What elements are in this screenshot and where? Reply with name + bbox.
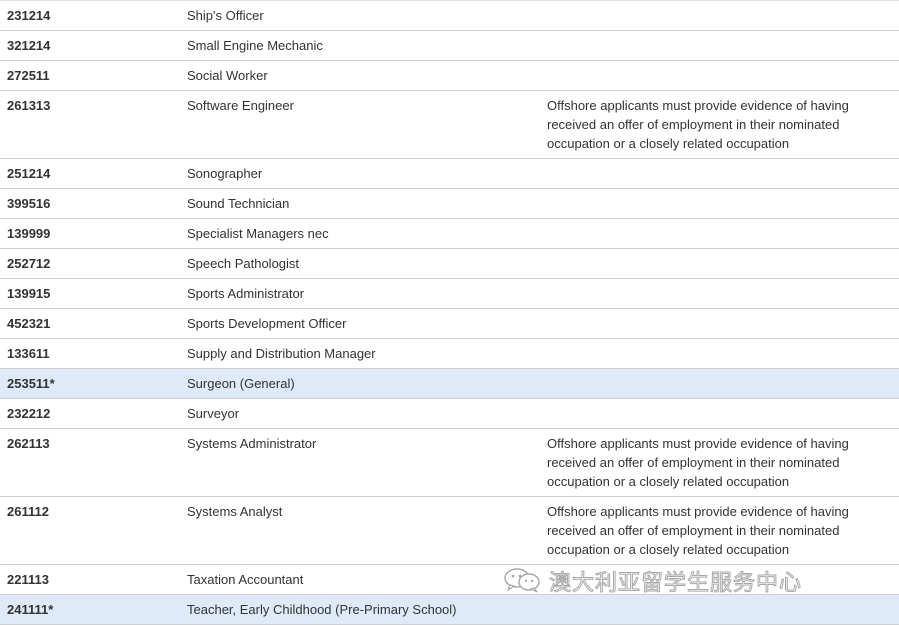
occupation-name: Sonographer — [187, 166, 263, 181]
watermark: 澳大利亚留学生服务中心 — [503, 566, 803, 597]
occupation-name: Systems Analyst — [187, 504, 283, 519]
occupation-code: 261112 — [7, 504, 49, 519]
occupation-note — [547, 31, 899, 60]
occupation-code: 452321 — [7, 316, 51, 331]
table-row: 253511* Surgeon (General) — [0, 369, 899, 399]
occupation-code: 272511 — [7, 68, 50, 83]
occupation-name: Surveyor — [187, 406, 240, 421]
occupation-name: Sports Administrator — [187, 286, 305, 301]
occupation-code: 231214 — [7, 8, 51, 23]
occupation-code: 232212 — [7, 406, 51, 421]
occupation-code: 241111* — [7, 602, 54, 617]
table-row: 399516 Sound Technician — [0, 189, 899, 219]
occupation-note: Offshore applicants must provide evidenc… — [547, 98, 849, 151]
occupation-code: 399516 — [7, 196, 51, 211]
table-row: 321214 Small Engine Mechanic — [0, 31, 899, 61]
occupation-note — [547, 219, 899, 248]
table-row: 251214 Sonographer — [0, 159, 899, 189]
occupation-name: Taxation Accountant — [187, 572, 304, 587]
occupation-name: Small Engine Mechanic — [187, 38, 323, 53]
occupation-name: Specialist Managers nec — [187, 226, 329, 241]
table-row: 261112 Systems Analyst Offshore applicants… — [0, 497, 899, 565]
occupation-name: Social Worker — [187, 68, 268, 83]
occupation-note — [547, 309, 899, 338]
occupation-name: Supply and Distribution Manager — [187, 346, 376, 361]
occupation-name: Speech Pathologist — [187, 256, 300, 271]
occupation-code: 252712 — [7, 256, 51, 271]
occupation-note: Offshore applicants must provide evidenc… — [547, 504, 849, 557]
table-row: 139915 Sports Administrator — [0, 279, 899, 309]
table-row: 262113 Systems Administrator Offshore appl… — [0, 429, 899, 497]
occupation-code: 221113 — [7, 572, 49, 587]
occupation-note — [547, 279, 899, 308]
wechat-icon — [503, 567, 543, 596]
occupation-note — [547, 159, 899, 188]
table-row: 241111* Teacher, Early Childhood (Pre-Pri… — [0, 595, 899, 625]
table-row: 133611 Supply and Distribution Manager — [0, 339, 899, 369]
occupation-name: Ship's Officer — [187, 8, 264, 23]
occupation-table: 231214 Ship's Officer 321214 Small Engine M… — [0, 0, 899, 625]
occupation-note — [547, 1, 899, 30]
table-row: 139999 Specialist Managers nec — [0, 219, 899, 249]
occupation-note — [547, 595, 899, 624]
occupation-code: 139999 — [7, 226, 51, 241]
table-row: 232212 Surveyor — [0, 399, 899, 429]
occupation-code: 133611 — [7, 346, 50, 361]
table-row: 272511 Social Worker — [0, 61, 899, 91]
occupation-code: 253511* — [7, 376, 55, 391]
occupation-name: Teacher, Early Childhood (Pre-Primary Sc… — [187, 602, 457, 617]
occupation-note — [547, 249, 899, 278]
occupation-note — [547, 189, 899, 218]
occupation-note — [547, 369, 899, 398]
occupation-code: 321214 — [7, 38, 51, 53]
occupation-note — [547, 339, 899, 368]
occupation-name: Systems Administrator — [187, 436, 317, 451]
occupation-name: Surgeon (General) — [187, 376, 295, 391]
occupation-note: Offshore applicants must provide evidenc… — [547, 436, 849, 489]
table-row: 231214 Ship's Officer — [0, 1, 899, 31]
occupation-name: Sports Development Officer — [187, 316, 347, 331]
occupation-code: 251214 — [7, 166, 51, 181]
occupation-code: 139915 — [7, 286, 51, 301]
occupation-name: Software Engineer — [187, 98, 294, 113]
watermark-text: 澳大利亚留学生服务中心 — [548, 571, 803, 597]
occupation-note — [547, 61, 899, 90]
table-row: 252712 Speech Pathologist — [0, 249, 899, 279]
occupation-code: 261313 — [7, 98, 51, 113]
occupation-name: Sound Technician — [187, 196, 290, 211]
table-row: 452321 Sports Development Officer — [0, 309, 899, 339]
occupation-note — [547, 399, 899, 428]
occupation-code: 262113 — [7, 436, 50, 451]
table-row: 261313 Software Engineer Offshore applican… — [0, 91, 899, 159]
